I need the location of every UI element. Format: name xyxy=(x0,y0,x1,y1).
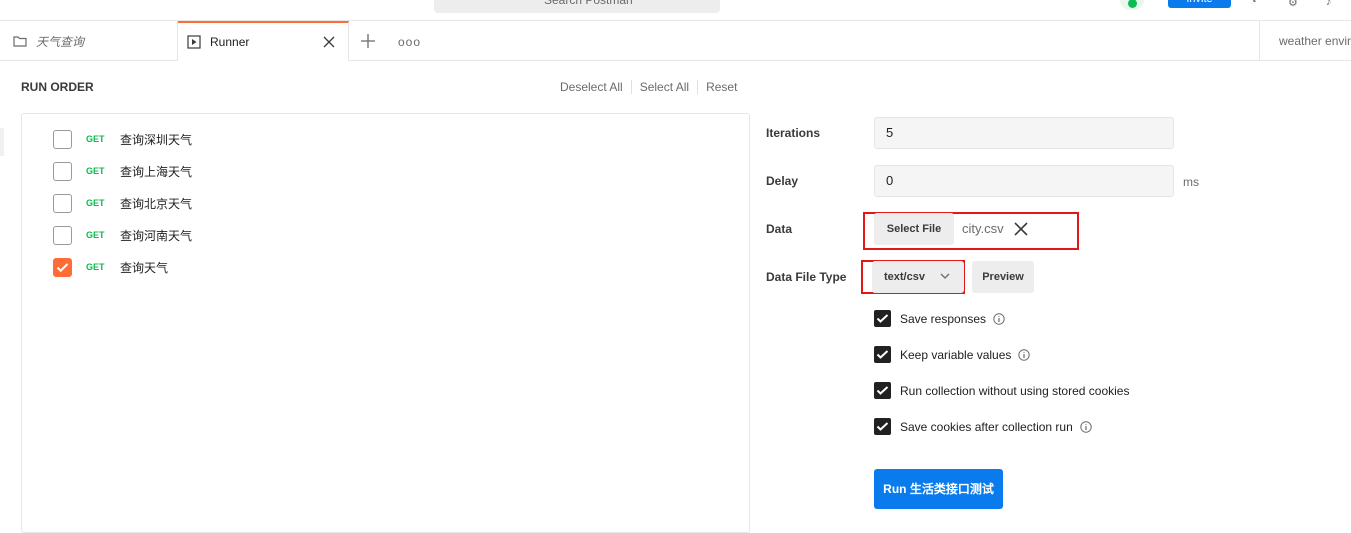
option-label: Run collection without using stored cook… xyxy=(900,383,1130,398)
close-icon[interactable] xyxy=(1013,221,1029,237)
request-name: 查询北京天气 xyxy=(120,196,193,211)
close-icon[interactable] xyxy=(322,35,336,49)
request-name: 查询上海天气 xyxy=(120,164,193,179)
check-icon xyxy=(876,350,889,359)
request-checkbox[interactable] xyxy=(53,193,72,213)
capture-icon[interactable]: ◔ xyxy=(1250,0,1264,8)
add-tab-icon[interactable] xyxy=(360,33,376,49)
notifications-icon[interactable]: ♪ xyxy=(1326,0,1340,8)
option-label: Save responses xyxy=(900,311,987,326)
check-icon xyxy=(876,314,889,323)
info-icon[interactable] xyxy=(1080,420,1092,433)
folder-icon xyxy=(13,36,27,47)
data-file-type-select[interactable]: text/csv xyxy=(872,261,964,293)
divider xyxy=(697,80,699,94)
settings-icon[interactable]: ⚙ xyxy=(1288,0,1302,9)
request-checkbox[interactable] xyxy=(53,225,72,245)
method-badge: GET xyxy=(86,198,105,208)
keep-variable-values-option[interactable]: Keep variable values xyxy=(874,346,1031,363)
method-badge: GET xyxy=(86,134,105,144)
tab-bar: 天气查询 Runner ooo weather envir xyxy=(0,21,1351,61)
data-label: Data xyxy=(766,222,793,236)
tab-label: Runner xyxy=(210,35,250,49)
info-icon[interactable] xyxy=(1018,348,1031,361)
preview-button[interactable]: Preview xyxy=(972,261,1034,293)
divider xyxy=(630,80,632,94)
select-all-button[interactable]: Select All xyxy=(636,80,693,94)
delay-input[interactable]: 0 xyxy=(874,165,1174,197)
data-file-type-label: Data File Type xyxy=(766,270,847,284)
list-item[interactable]: GET 查询北京天气 xyxy=(53,193,192,213)
iterations-input[interactable]: 5 xyxy=(874,117,1174,149)
run-collection-button[interactable]: Run 生活类接口测试 xyxy=(874,469,1003,509)
more-tabs-icon[interactable]: ooo xyxy=(398,35,421,49)
list-item[interactable]: GET 查询深圳天气 xyxy=(53,129,192,149)
no-stored-cookies-option[interactable]: Run collection without using stored cook… xyxy=(874,382,1129,399)
run-order-actions: Deselect All Select All Reset xyxy=(556,80,741,94)
run-order-panel: GET 查询深圳天气 GET 查询上海天气 GET 查询北京天气 GET 查询河… xyxy=(21,113,750,533)
checkbox[interactable] xyxy=(874,418,891,435)
option-label: Save cookies after collection run xyxy=(900,419,1073,434)
check-icon xyxy=(876,386,889,395)
sidebar-edge xyxy=(0,128,4,156)
iterations-label: Iterations xyxy=(766,126,821,140)
request-checkbox[interactable] xyxy=(53,257,72,277)
deselect-all-button[interactable]: Deselect All xyxy=(556,80,627,94)
request-name: 查询深圳天气 xyxy=(120,132,193,147)
delay-label: Delay xyxy=(766,174,799,188)
list-item[interactable]: GET 查询天气 xyxy=(53,257,168,277)
method-badge: GET xyxy=(86,166,105,176)
save-cookies-option[interactable]: Save cookies after collection run xyxy=(874,418,1092,435)
search-input[interactable]: Search Postman xyxy=(434,0,720,13)
tab-collection[interactable]: 天气查询 xyxy=(0,21,178,61)
checkbox[interactable] xyxy=(874,346,891,363)
list-item[interactable]: GET 查询河南天气 xyxy=(53,225,192,245)
select-value: text/csv xyxy=(884,271,925,283)
checkbox[interactable] xyxy=(874,382,891,399)
tab-runner[interactable]: Runner xyxy=(178,21,349,61)
request-name: 查询天气 xyxy=(120,260,169,275)
request-name: 查询河南天气 xyxy=(120,228,193,243)
request-checkbox[interactable] xyxy=(53,129,72,149)
run-order-title: RUN ORDER xyxy=(21,80,94,94)
runner-play-icon xyxy=(187,35,201,49)
checkbox[interactable] xyxy=(874,310,891,327)
environment-selector[interactable]: weather envir xyxy=(1259,21,1351,61)
check-icon xyxy=(56,262,69,272)
method-badge: GET xyxy=(86,262,105,272)
select-file-button[interactable]: Select File xyxy=(874,213,954,245)
info-icon[interactable] xyxy=(993,312,1005,325)
request-checkbox[interactable] xyxy=(53,161,72,181)
delay-unit: ms xyxy=(1183,175,1199,189)
list-item[interactable]: GET 查询上海天气 xyxy=(53,161,192,181)
chevron-down-icon xyxy=(940,273,950,279)
save-responses-option[interactable]: Save responses xyxy=(874,310,1005,327)
check-icon xyxy=(876,422,889,431)
option-label: Keep variable values xyxy=(900,347,1012,362)
top-header: Search Postman Invite ◔ ⚙ ♪ xyxy=(0,0,1351,21)
sync-status-icon[interactable] xyxy=(1120,0,1144,10)
file-name: city.csv xyxy=(962,221,1004,236)
tab-label: 天气查询 xyxy=(36,34,85,49)
invite-button[interactable]: Invite xyxy=(1168,0,1231,8)
method-badge: GET xyxy=(86,230,105,240)
reset-button[interactable]: Reset xyxy=(702,80,741,94)
